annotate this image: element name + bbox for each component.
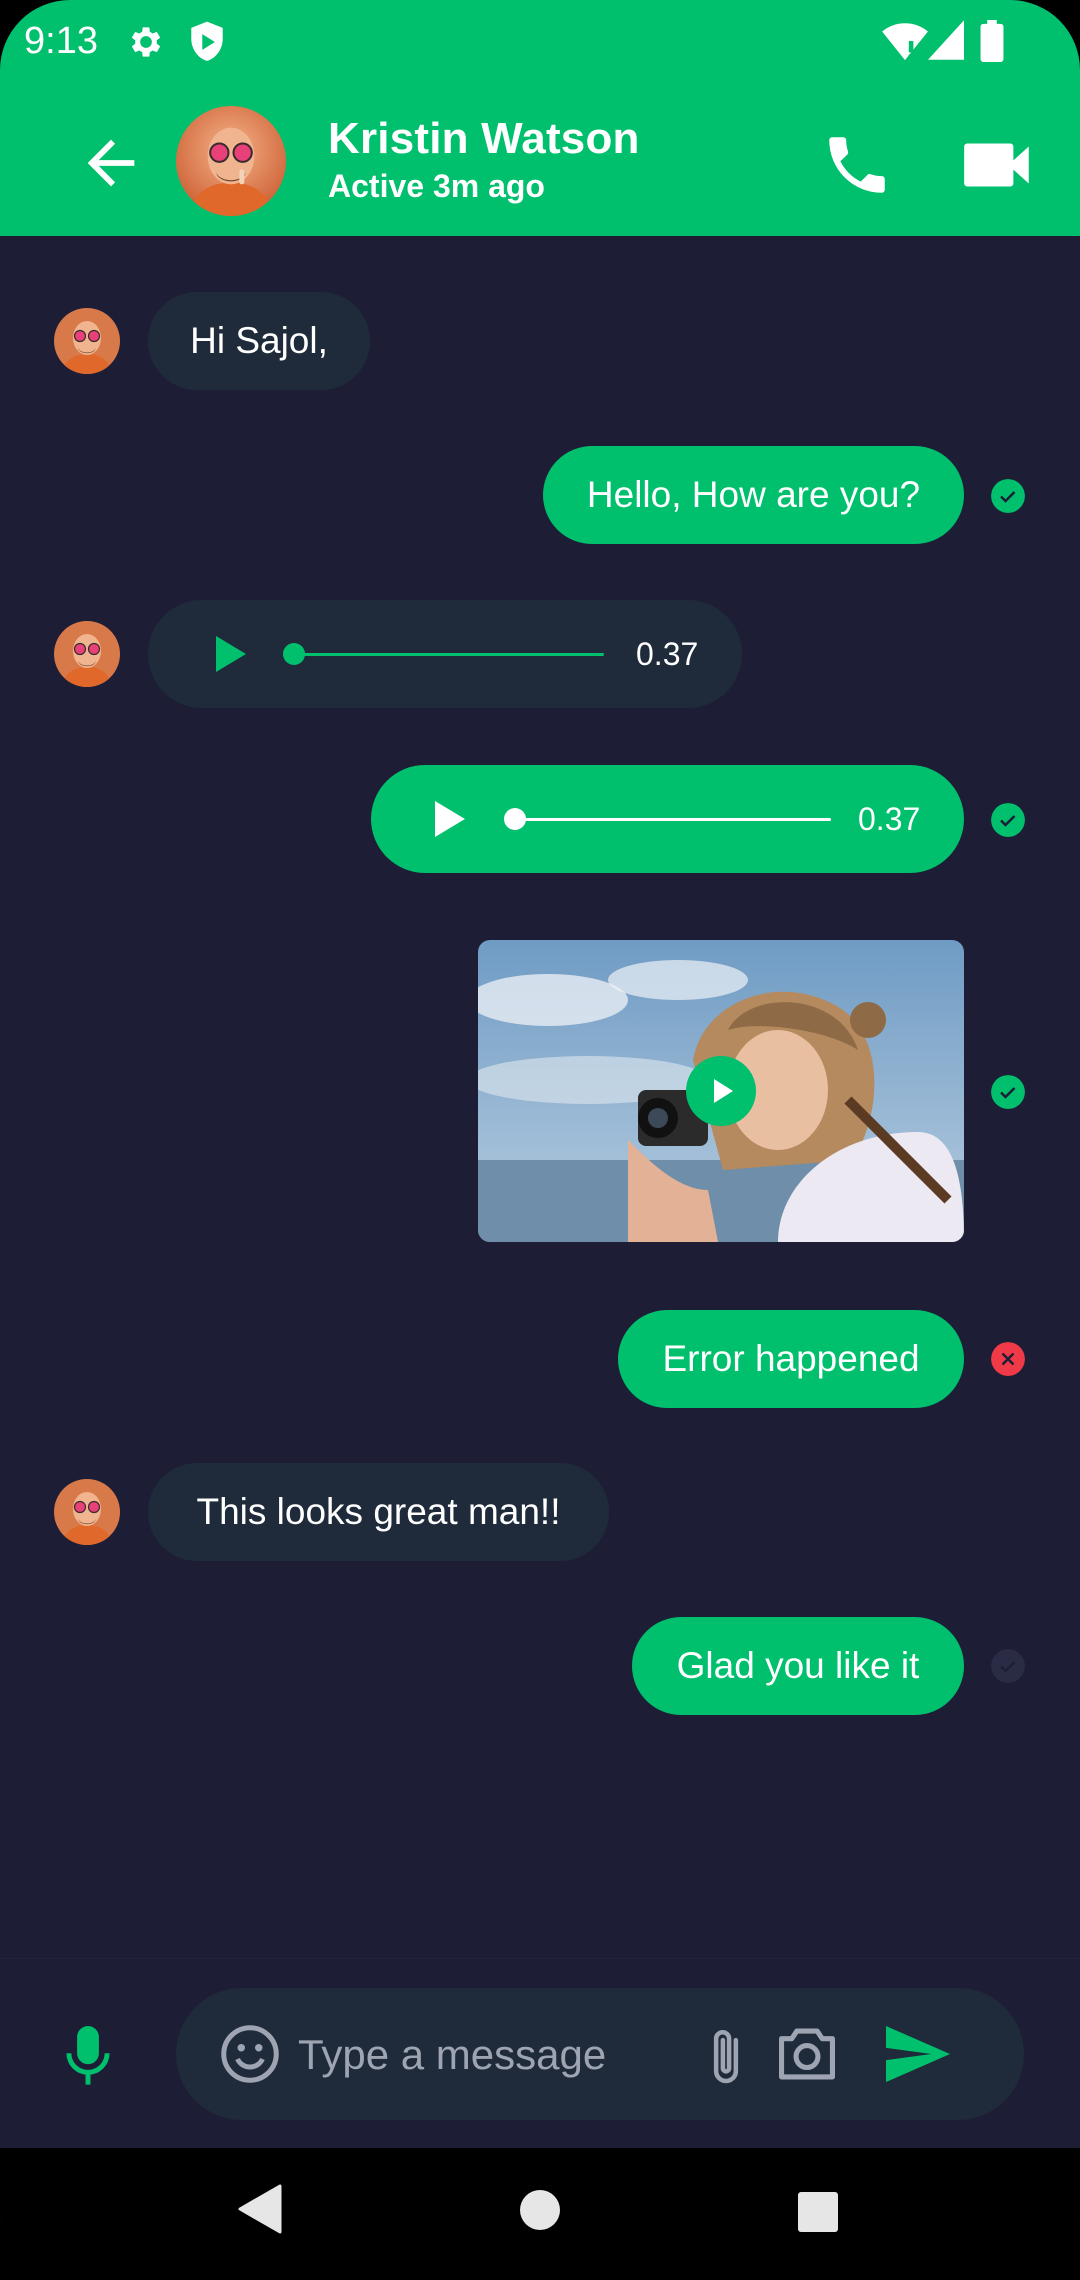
message-text: Glad you like it xyxy=(676,1645,920,1686)
audio-progress-knob[interactable] xyxy=(504,808,526,830)
outgoing-message-bubble[interactable]: Hello, How are you? xyxy=(543,446,964,544)
video-play-icon[interactable] xyxy=(686,1056,756,1126)
sender-avatar[interactable] xyxy=(54,621,120,687)
nav-back-icon[interactable] xyxy=(236,2184,282,2234)
incoming-message-bubble[interactable]: This looks great man!! xyxy=(148,1463,609,1561)
attachment-icon[interactable] xyxy=(704,2026,748,2088)
outgoing-audio-message: 0.37 xyxy=(371,765,964,873)
send-icon[interactable] xyxy=(886,2026,950,2082)
camera-icon[interactable] xyxy=(776,2026,838,2082)
error-icon[interactable] xyxy=(991,1342,1025,1376)
message-composer xyxy=(176,1988,1024,2120)
sent-check-icon xyxy=(991,1075,1025,1109)
back-arrow-icon[interactable] xyxy=(76,128,146,198)
audio-duration: 0.37 xyxy=(636,636,699,672)
message-text: This looks great man!! xyxy=(196,1491,561,1532)
incoming-message-bubble[interactable]: Hi Sajol, xyxy=(148,292,370,390)
outgoing-message-bubble[interactable]: Error happened xyxy=(618,1310,964,1408)
contact-active-status: Active 3m ago xyxy=(328,168,545,204)
sent-check-icon xyxy=(991,803,1025,837)
contact-avatar[interactable] xyxy=(176,106,286,216)
nav-home-icon[interactable] xyxy=(520,2190,560,2230)
settings-icon xyxy=(131,27,161,57)
contact-name: Kristin Watson xyxy=(328,114,640,163)
audio-progress-track[interactable] xyxy=(515,818,831,821)
emoji-icon[interactable] xyxy=(220,2024,280,2084)
video-message-thumbnail[interactable] xyxy=(478,940,964,1242)
cellular-signal-icon xyxy=(928,20,964,60)
incoming-audio-message: 0.37 xyxy=(148,600,742,708)
message-text: Error happened xyxy=(662,1338,920,1379)
sent-check-icon xyxy=(991,479,1025,513)
audio-progress-knob[interactable] xyxy=(283,643,305,665)
avatar-image xyxy=(54,1479,120,1545)
message-text: Hello, How are you? xyxy=(586,474,921,515)
message-input[interactable] xyxy=(296,2018,660,2092)
avatar-image xyxy=(54,621,120,687)
play-icon[interactable] xyxy=(210,634,250,674)
wifi-icon xyxy=(882,23,928,61)
not-viewed-check-icon xyxy=(991,1649,1025,1683)
status-time: 9:13 xyxy=(24,20,98,62)
chat-screen: 9:13 Kristin Watson Active 3m ago Hi Saj… xyxy=(0,0,1080,2280)
sender-avatar[interactable] xyxy=(54,1479,120,1545)
play-icon[interactable] xyxy=(429,799,469,839)
phone-call-icon[interactable] xyxy=(820,128,894,202)
sender-avatar[interactable] xyxy=(54,308,120,374)
nav-recents-icon[interactable] xyxy=(798,2192,838,2232)
audio-progress-track[interactable] xyxy=(294,653,604,656)
outgoing-message-bubble[interactable]: Glad you like it xyxy=(632,1617,964,1715)
shield-icon xyxy=(191,21,223,61)
microphone-icon[interactable] xyxy=(64,2026,112,2086)
battery-icon xyxy=(980,20,1004,62)
video-call-icon[interactable] xyxy=(958,128,1038,202)
audio-duration: 0.37 xyxy=(858,801,921,837)
avatar-image xyxy=(54,308,120,374)
app-bar: 9:13 Kristin Watson Active 3m ago xyxy=(0,0,1080,236)
system-navigation-bar xyxy=(0,2148,1080,2280)
avatar-image xyxy=(176,106,286,216)
message-text: Hi Sajol, xyxy=(190,320,328,361)
